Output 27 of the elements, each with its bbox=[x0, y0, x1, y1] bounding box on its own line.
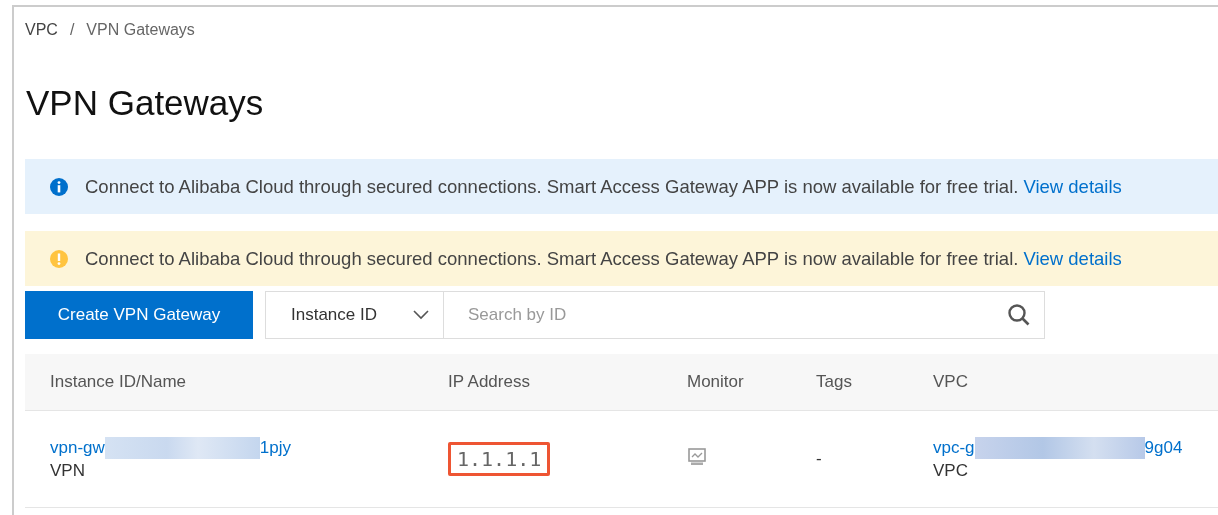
column-header: Monitor bbox=[687, 372, 745, 392]
notice-text: Connect to Alibaba Cloud through secured connections. Smart Access Gateway APP is now available for free trial. bbox=[85, 175, 1019, 198]
tags-value: - bbox=[816, 449, 822, 468]
column-header: VPC bbox=[933, 372, 969, 392]
instance-name: VPN bbox=[50, 461, 85, 481]
column-header: Tags bbox=[816, 372, 853, 392]
filter-dropdown[interactable]: Instance ID bbox=[265, 291, 444, 339]
vpc-name: VPC bbox=[933, 461, 968, 481]
breadcrumb-link[interactable]: VPC bbox=[25, 21, 58, 39]
vpc-id-link[interactable]: vpc-g 9g04 bbox=[933, 437, 1183, 459]
info-icon bbox=[49, 176, 69, 197]
column-header: IP Address bbox=[448, 372, 531, 392]
ip-address: 1.1.1.1 bbox=[448, 442, 551, 476]
breadcrumb-link[interactable]: VPN Gateways bbox=[86, 21, 195, 39]
notice-text: Connect to Alibaba Cloud through secured connections. Smart Access Gateway APP is now available for free trial. bbox=[85, 247, 1019, 270]
caret-icon bbox=[413, 310, 429, 320]
column-header: Instance ID/Name bbox=[50, 372, 188, 392]
view-details-link[interactable]: View details bbox=[1023, 175, 1122, 198]
search-field[interactable]: Search by ID bbox=[444, 291, 1045, 339]
instance-id-link[interactable]: vpn-gw 1pjy bbox=[50, 437, 291, 459]
search-icon[interactable] bbox=[1007, 303, 1031, 327]
view-details-link[interactable]: View details bbox=[1023, 247, 1122, 270]
breadcrumb-separator: / bbox=[69, 21, 75, 39]
monitor-icon[interactable] bbox=[687, 446, 707, 467]
page-title: VPN Gateways bbox=[26, 83, 265, 123]
create-gateway-button[interactable]: Create VPN Gateway bbox=[25, 291, 253, 339]
warning-icon bbox=[49, 248, 69, 269]
